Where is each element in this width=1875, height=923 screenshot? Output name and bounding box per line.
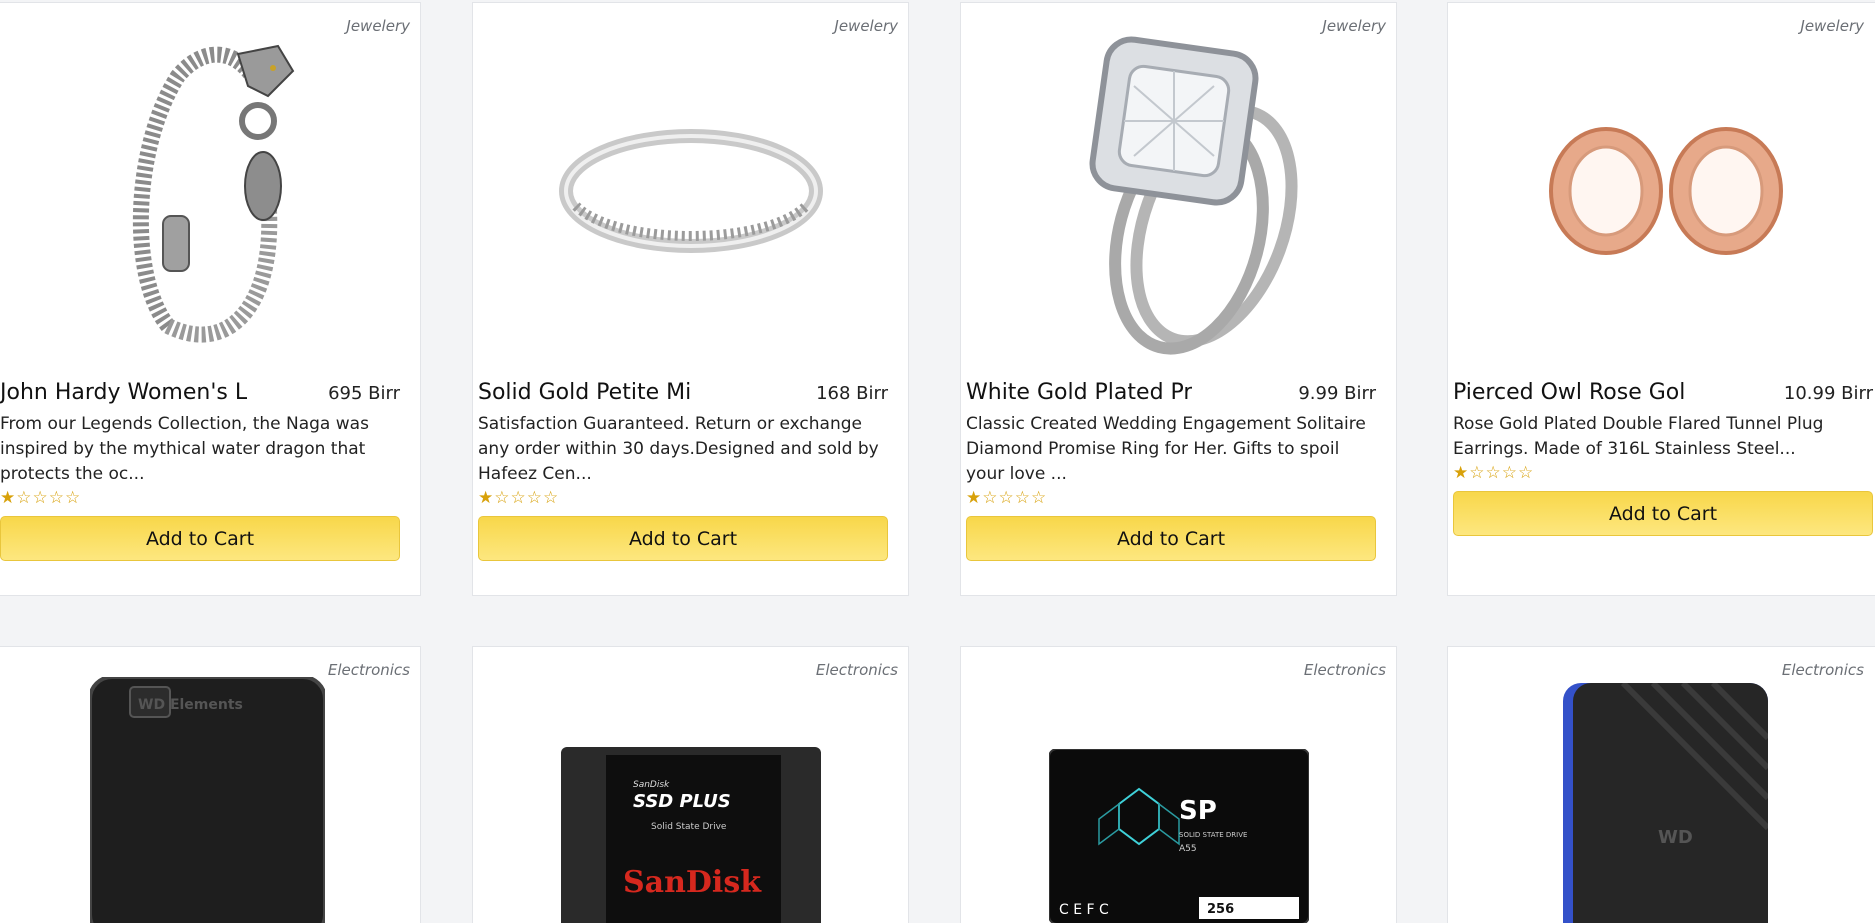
product-description: From our Legends Collection, the Naga wa… <box>0 414 369 484</box>
ssd-image[interactable]: SanDisk SSD PLUS Solid State Drive SanDi… <box>473 747 908 923</box>
ssd-capacity-text: 256 <box>1207 902 1234 917</box>
product-title[interactable]: Solid Gold Petite Mi <box>478 380 691 405</box>
add-to-cart-button[interactable]: Add to Cart <box>0 516 400 561</box>
product-description: Rose Gold Plated Double Flared Tunnel Pl… <box>1453 414 1824 459</box>
product-card: Electronics SP SOLID STATE DRIVE A55 256… <box>960 646 1397 923</box>
star-rating: ★☆☆☆☆ <box>478 488 560 508</box>
product-description: Satisfaction Guaranteed. Return or excha… <box>478 414 879 484</box>
ring-image[interactable] <box>473 21 908 361</box>
product-info: Pierced Owl Rose Gol 10.99 Birr Rose Gol… <box>1453 380 1873 536</box>
wd-logo-text: WD Elements <box>138 697 243 713</box>
svg-text:C E F C: C E F C <box>1059 902 1109 918</box>
product-card: Electronics SanDisk SSD PLUS Solid State… <box>472 646 909 923</box>
engagement-ring-image[interactable] <box>961 21 1396 361</box>
star-rating: ★☆☆☆☆ <box>1453 463 1535 483</box>
ssd-small-text: SanDisk <box>633 780 670 790</box>
sandisk-logo-text: SanDisk <box>623 865 762 900</box>
product-card: Jewelery Solid Gold Petite Mi 168 Birr S… <box>472 2 909 596</box>
product-title[interactable]: Pierced Owl Rose Gol <box>1453 380 1685 405</box>
product-description: Classic Created Wedding Engagement Solit… <box>966 414 1366 484</box>
sp-logo-text: SP <box>1179 796 1217 826</box>
product-card: Jewelery White Gold Plated Pr 9.99 Birr … <box>960 2 1397 596</box>
category-label: Electronics <box>815 661 898 679</box>
ssd-sub-text: Solid State Drive <box>651 822 727 832</box>
ssd-sub-text: SOLID STATE DRIVE <box>1179 831 1247 839</box>
product-info: Solid Gold Petite Mi 168 Birr Satisfacti… <box>478 380 888 561</box>
product-info: John Hardy Women's L 695 Birr From our L… <box>0 380 400 561</box>
product-price: 10.99 Birr <box>1783 383 1873 404</box>
star-rating: ★☆☆☆☆ <box>966 488 1048 508</box>
product-info: White Gold Plated Pr 9.99 Birr Classic C… <box>966 380 1376 561</box>
product-price: 9.99 Birr <box>1298 383 1376 404</box>
add-to-cart-button[interactable]: Add to Cart <box>1453 491 1873 536</box>
category-label: Electronics <box>1781 661 1864 679</box>
category-label: Electronics <box>1303 661 1386 679</box>
product-card: Jewelery John Hardy Women's L 695 Birr F… <box>0 2 421 596</box>
star-rating: ★☆☆☆☆ <box>0 488 82 508</box>
ssd-model-text: A55 <box>1179 844 1197 854</box>
portable-drive-image[interactable]: WD <box>1448 683 1875 923</box>
external-hard-drive-image[interactable]: WD Elements <box>0 677 420 923</box>
product-title[interactable]: John Hardy Women's L <box>0 380 247 405</box>
tunnel-plug-image[interactable] <box>1448 21 1875 361</box>
ssd-image[interactable]: SP SOLID STATE DRIVE A55 256 C E F C <box>961 749 1396 923</box>
product-price: 695 Birr <box>328 383 400 404</box>
wd-logo-text: WD <box>1658 827 1693 848</box>
product-price: 168 Birr <box>816 383 888 404</box>
product-title[interactable]: White Gold Plated Pr <box>966 380 1192 405</box>
product-card: Jewelery Pierced Owl Rose Gol 10.99 Birr… <box>1447 2 1875 596</box>
product-grid: Jewelery John Hardy Women's L 695 Birr F… <box>0 0 1875 923</box>
ssd-plus-text: SSD PLUS <box>633 791 731 812</box>
product-card: Electronics WD Elements <box>0 646 421 923</box>
add-to-cart-button[interactable]: Add to Cart <box>478 516 888 561</box>
product-card: Electronics WD <box>1447 646 1875 923</box>
bracelet-image[interactable] <box>0 21 420 361</box>
add-to-cart-button[interactable]: Add to Cart <box>966 516 1376 561</box>
